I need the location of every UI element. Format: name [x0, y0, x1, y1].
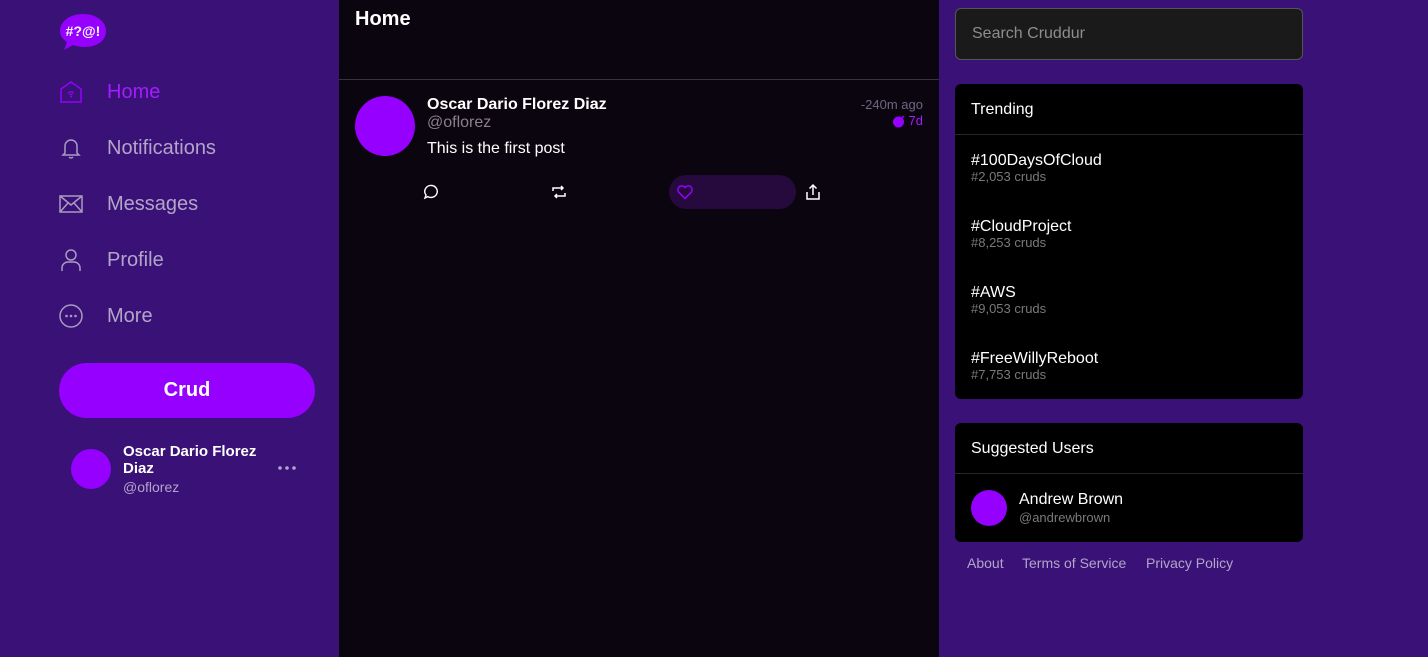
trending-title: Trending — [955, 84, 1303, 135]
suggested-user-handle: @andrewbrown — [1019, 510, 1111, 525]
more-circle-icon — [59, 304, 83, 328]
trend-item[interactable]: #AWS #9,053 cruds — [955, 267, 1303, 333]
trend-count: #2,053 cruds — [971, 169, 1047, 184]
reply-icon — [423, 184, 438, 200]
logo-text: #?@! — [66, 23, 101, 39]
post-avatar[interactable] — [355, 96, 415, 156]
heart-icon — [677, 185, 693, 200]
nav-profile-label: Profile — [107, 248, 164, 271]
post-expiry: 7d — [892, 113, 923, 128]
reply-button[interactable] — [423, 175, 453, 209]
nav-notifications-label: Notifications — [107, 136, 216, 159]
repost-icon — [552, 185, 566, 199]
sidebar: #?@! Home Notifications Messages Profile — [0, 0, 339, 657]
share-button[interactable] — [804, 175, 834, 209]
bomb-icon — [892, 114, 905, 127]
current-user-more-button[interactable] — [276, 458, 298, 478]
current-user-avatar[interactable] — [71, 449, 111, 489]
footer-terms-link[interactable]: Terms of Service — [1022, 555, 1126, 571]
trend-item[interactable]: #CloudProject #8,253 cruds — [955, 201, 1303, 267]
footer-about-link[interactable]: About — [967, 555, 1004, 571]
trend-count: #7,753 cruds — [971, 367, 1047, 382]
current-user-handle: @oflorez — [123, 479, 180, 495]
trend-tag: #AWS — [971, 284, 1016, 301]
nav-messages[interactable]: Messages — [59, 184, 319, 224]
nav-home[interactable]: Home — [59, 72, 319, 112]
like-button[interactable] — [669, 175, 796, 209]
nav-more[interactable]: More — [59, 296, 319, 336]
suggested-users-card: Suggested Users Andrew Brown @andrewbrow… — [955, 423, 1303, 542]
cruddur-logo[interactable]: #?@! — [59, 12, 107, 52]
current-user-name: Oscar Dario Florez Diaz — [123, 443, 257, 477]
suggested-users-title: Suggested Users — [955, 423, 1303, 474]
envelope-icon — [59, 195, 83, 213]
trend-count: #8,253 cruds — [971, 235, 1047, 250]
post-item[interactable]: Oscar Dario Florez Diaz @oflorez -240m a… — [339, 80, 939, 220]
person-icon — [61, 249, 81, 271]
nav-notifications[interactable]: Notifications — [59, 128, 319, 168]
share-icon — [806, 183, 820, 200]
feed-header: Home — [339, 0, 939, 80]
footer-privacy-link[interactable]: Privacy Policy — [1146, 555, 1233, 571]
bell-icon — [61, 139, 81, 159]
suggested-user-item[interactable]: Andrew Brown @andrewbrown — [955, 474, 1303, 542]
feed: Home Oscar Dario Florez Diaz @oflorez -2… — [339, 0, 939, 657]
post-author-handle[interactable]: @oflorez — [427, 114, 491, 132]
search-input[interactable] — [955, 8, 1303, 60]
trend-tag: #FreeWillyReboot — [971, 350, 1099, 367]
post-timestamp: -240m ago — [860, 97, 923, 112]
nav-home-label: Home — [107, 80, 161, 103]
trend-item[interactable]: #100DaysOfCloud #2,053 cruds — [955, 135, 1303, 201]
trend-tag: #CloudProject — [971, 218, 1072, 235]
trend-count: #9,053 cruds — [971, 301, 1047, 316]
crud-button[interactable]: Crud — [59, 363, 315, 418]
post-body: This is the first post — [427, 140, 565, 157]
logo-bubble-icon: #?@! — [60, 14, 106, 50]
suggested-user-name: Andrew Brown — [1019, 491, 1124, 508]
page-title: Home — [355, 8, 411, 30]
suggested-user-avatar[interactable] — [971, 490, 1007, 526]
trend-tag: #100DaysOfCloud — [971, 152, 1102, 169]
nav-more-label: More — [107, 304, 153, 327]
nav-profile[interactable]: Profile — [59, 240, 319, 280]
trend-item[interactable]: #FreeWillyReboot #7,753 cruds — [955, 333, 1303, 399]
nav-messages-label: Messages — [107, 192, 199, 215]
trending-card: Trending #100DaysOfCloud #2,053 cruds #C… — [955, 84, 1303, 399]
home-icon — [60, 81, 82, 103]
ellipsis-icon — [278, 466, 296, 470]
post-expiry-label: 7d — [908, 113, 923, 128]
post-author-name[interactable]: Oscar Dario Florez Diaz — [427, 96, 607, 114]
repost-button[interactable] — [550, 175, 580, 209]
